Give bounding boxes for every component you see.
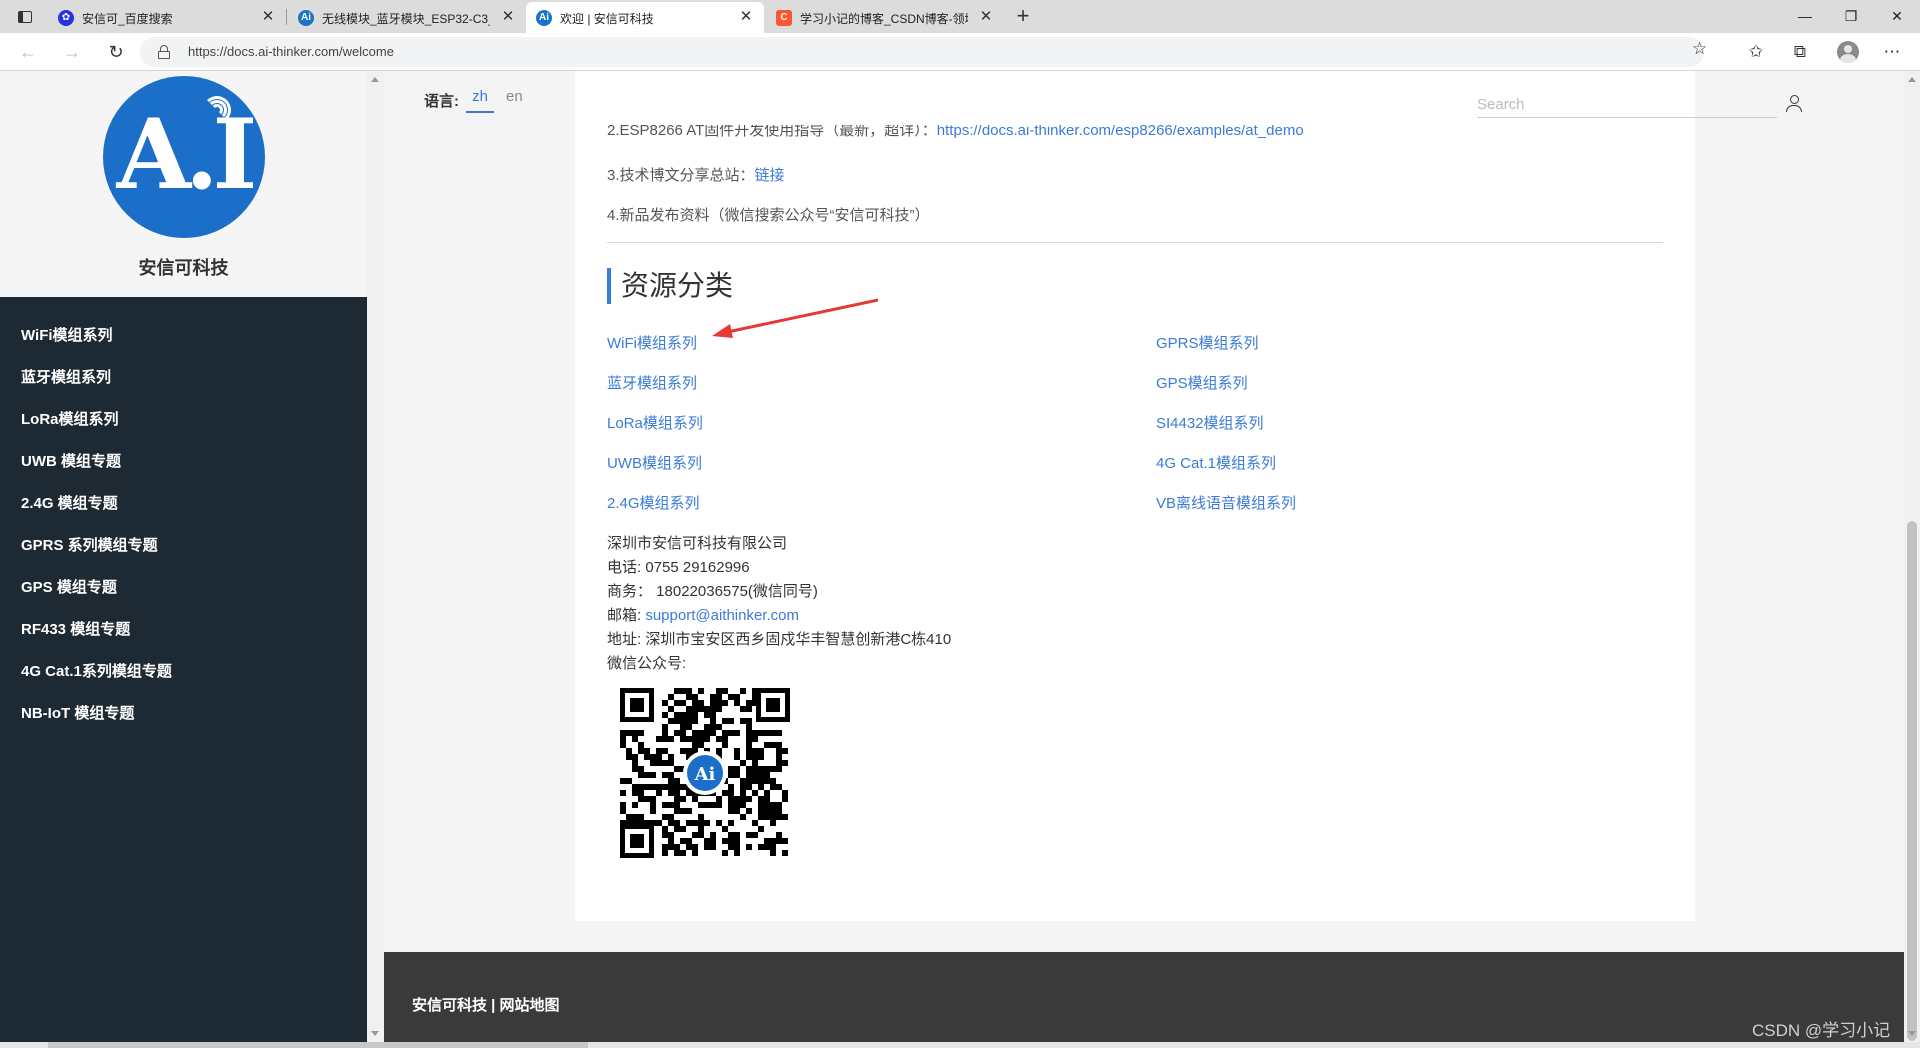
scroll-down-arrow[interactable]	[1908, 1031, 1916, 1036]
contact-company: 深圳市安信可科技有限公司	[607, 535, 788, 552]
profile-avatar[interactable]	[1837, 41, 1859, 63]
reload-button[interactable]: ↻	[102, 39, 130, 65]
workspaces-icon[interactable]	[4, 4, 44, 30]
user-icon[interactable]	[1785, 94, 1803, 112]
ai-thinker-logo[interactable]: A.I	[103, 76, 265, 238]
sidebar-item-bluetooth[interactable]: 蓝牙模组系列	[21, 366, 111, 387]
logo-text: A.I	[116, 98, 258, 211]
restore-button[interactable]: ❐	[1828, 0, 1874, 33]
sidebar-nav: WiFi模组系列 蓝牙模组系列 LoRa模组系列 UWB 模组专题 2.4G 模…	[0, 297, 367, 1042]
svg-text:Ai: Ai	[694, 764, 716, 785]
resource-link-gprs[interactable]: GPRS模组系列	[1156, 332, 1259, 353]
sidebar-item-2-4g[interactable]: 2.4G 模组专题	[21, 492, 118, 513]
sidebar-item-nb-iot[interactable]: NB-IoT 模组专题	[21, 702, 134, 723]
signal-waves-icon	[203, 94, 237, 124]
sidebar-item-4g-cat1[interactable]: 4G Cat.1系列模组专题	[21, 660, 172, 681]
window-close-button[interactable]: ✕	[1874, 0, 1920, 33]
close-icon[interactable]: ✕	[736, 7, 756, 27]
search-input[interactable]	[1477, 92, 1777, 118]
scroll-down-arrow[interactable]	[371, 1031, 379, 1036]
sidebar-item-wifi[interactable]: WiFi模组系列	[21, 324, 113, 345]
url-bar[interactable]: https://docs.ai-thinker.com/welcome	[140, 37, 1704, 67]
ai-thinker-icon: Ai	[298, 10, 314, 26]
close-icon[interactable]: ✕	[258, 7, 278, 27]
horizontal-scrollbar[interactable]	[0, 1042, 1920, 1048]
resource-link-bluetooth[interactable]: 蓝牙模组系列	[607, 372, 697, 393]
contact-business: 商务： 18022036575(微信同号)	[607, 583, 818, 600]
more-options-icon[interactable]: ⋯	[1878, 38, 1906, 66]
resource-link-gps[interactable]: GPS模组系列	[1156, 372, 1248, 393]
collections-icon[interactable]: ⧉	[1786, 38, 1814, 66]
address-toolbar: ← → ↻ https://docs.ai-thinker.com/welcom…	[0, 33, 1920, 71]
url-text[interactable]: https://docs.ai-thinker.com/welcome	[188, 44, 394, 59]
close-icon[interactable]: ✕	[976, 7, 996, 27]
resource-link-2-4g[interactable]: 2.4G模组系列	[607, 492, 700, 513]
footer: 安信可科技 | 网站地图	[384, 952, 1904, 1048]
email-label: 邮箱:	[607, 607, 646, 624]
info-line-newproducts: 4.新品发布资料（微信搜索公众号“安信可科技”）	[607, 207, 930, 224]
tab-title: 欢迎 | 安信可科技	[560, 12, 654, 26]
partial-doc-line: 2.ESP8266 AT固件开发使用指导（最新，超详）：https://docs…	[607, 125, 1304, 139]
favorite-star-icon[interactable]: ☆	[1692, 39, 1707, 59]
at-demo-link[interactable]: https://docs.ai-thinker.com/esp8266/exam…	[937, 125, 1304, 139]
tab-title: 学习小记的博客_CSDN博客-领域	[800, 12, 968, 26]
tab-title: 无线模块_蓝牙模块_ESP32-C3_W	[322, 12, 490, 26]
baidu-icon: ✿	[58, 10, 74, 26]
sidebar-item-uwb[interactable]: UWB 模组专题	[21, 450, 121, 471]
close-icon[interactable]: ✕	[498, 7, 518, 27]
forward-button[interactable]: →	[58, 39, 86, 65]
divider	[607, 242, 1663, 243]
contact-phone: 电话: 0755 29162996	[607, 559, 750, 576]
resource-link-4g-cat1[interactable]: 4G Cat.1模组系列	[1156, 452, 1276, 473]
minimize-button[interactable]: —	[1782, 0, 1828, 33]
language-en-tab[interactable]: en	[506, 88, 523, 105]
blog-line-text: 3.技术博文分享总站：	[607, 167, 755, 184]
resource-link-wifi[interactable]: WiFi模组系列	[607, 332, 697, 353]
browser-tab-bar: ✿ 安信可_百度搜索 ✕ Ai 无线模块_蓝牙模块_ESP32-C3_W ✕ A…	[0, 0, 1920, 33]
sidebar-item-gprs[interactable]: GPRS 系列模组专题	[21, 534, 158, 555]
info-line-blog: 3.技术博文分享总站：链接	[607, 164, 785, 185]
tab-baidu-search[interactable]: ✿ 安信可_百度搜索 ✕	[48, 2, 286, 33]
footer-links[interactable]: 安信可科技 | 网站地图	[412, 994, 560, 1015]
sidebar-item-lora[interactable]: LoRa模组系列	[21, 408, 119, 429]
sidebar-item-rf433[interactable]: RF433 模组专题	[21, 618, 130, 639]
csdn-watermark: CSDN @学习小记	[1752, 1021, 1891, 1040]
blog-link[interactable]: 链接	[755, 167, 785, 184]
contact-email-line: 邮箱: support@aithinker.com	[607, 604, 799, 625]
language-zh-tab[interactable]: zh	[466, 88, 494, 113]
resource-link-vb-voice[interactable]: VB离线语音模组系列	[1156, 492, 1296, 513]
csdn-icon: C	[776, 10, 792, 26]
contact-wechat: 微信公众号:	[607, 655, 687, 672]
resource-link-si4432[interactable]: SI4432模组系列	[1156, 412, 1264, 433]
sidebar-header: A.I 安信可科技	[0, 71, 367, 297]
back-button[interactable]: ←	[14, 39, 42, 65]
resource-link-uwb[interactable]: UWB模组系列	[607, 452, 702, 473]
wechat-qr-code: Ai	[612, 680, 798, 866]
partial-line-text: 2.ESP8266 AT固件开发使用指导（最新，超详）：	[607, 125, 937, 139]
lock-icon[interactable]	[158, 45, 170, 59]
scroll-up-arrow[interactable]	[371, 77, 379, 82]
tab-welcome-active[interactable]: Ai 欢迎 | 安信可科技 ✕	[526, 2, 764, 33]
new-tab-button[interactable]: +	[1010, 4, 1036, 30]
tab-csdn-blog[interactable]: C 学习小记的博客_CSDN博客-领域 ✕	[766, 2, 1004, 33]
scroll-up-arrow[interactable]	[1908, 77, 1916, 82]
sidebar-scrollbar[interactable]	[367, 71, 384, 1042]
h-scroll-thumb[interactable]	[48, 1042, 588, 1048]
tab-title: 安信可_百度搜索	[82, 12, 173, 26]
company-name: 安信可科技	[138, 258, 229, 278]
email-link[interactable]: support@aithinker.com	[645, 607, 799, 624]
resource-link-lora[interactable]: LoRa模组系列	[607, 412, 703, 433]
sidebar-item-gps[interactable]: GPS 模组专题	[21, 576, 117, 597]
favorites-icon[interactable]: ✩	[1742, 38, 1770, 66]
contact-address: 地址: 深圳市宝安区西乡固戍华丰智慧创新港C栋410	[607, 631, 952, 648]
scroll-thumb[interactable]	[1907, 521, 1917, 1041]
tab-wireless-modules[interactable]: Ai 无线模块_蓝牙模块_ESP32-C3_W ✕	[288, 2, 526, 33]
ai-thinker-icon: Ai	[536, 10, 552, 26]
language-label: 语言:	[424, 93, 459, 110]
annotation-arrow	[712, 298, 879, 338]
main-scrollbar[interactable]	[1904, 71, 1920, 1042]
